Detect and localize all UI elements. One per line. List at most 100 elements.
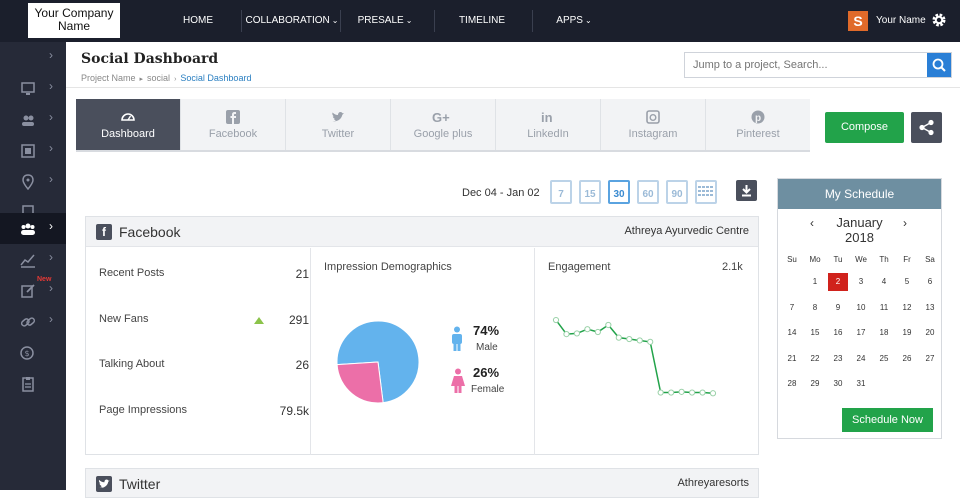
- compose-button[interactable]: Compose: [825, 112, 904, 143]
- schedule-now-button[interactable]: Schedule Now: [842, 408, 933, 432]
- engagement-data-point: [594, 328, 601, 336]
- range-60-days[interactable]: 60: [637, 180, 659, 204]
- tab-pinterest[interactable]: p Pinterest: [706, 99, 810, 150]
- calendar-day[interactable]: 30: [828, 375, 848, 393]
- billing-icon: $: [20, 346, 34, 360]
- calendar-day[interactable]: 25: [874, 350, 894, 368]
- calendar-day[interactable]: 31: [851, 375, 871, 393]
- social-tabs: Dashboard Facebook Twitter G+ Google plu…: [76, 99, 810, 152]
- sidebar-item-monitor[interactable]: ›: [0, 73, 66, 104]
- calendar-day[interactable]: 16: [828, 324, 848, 342]
- nav-divider: [340, 10, 341, 32]
- engagement-data-point: [678, 388, 685, 395]
- sidebar-item-tasks[interactable]: [0, 368, 66, 399]
- calendar-day[interactable]: 11: [874, 299, 894, 317]
- calendar-day[interactable]: 23: [828, 350, 848, 368]
- calendar-day[interactable]: 13: [920, 299, 940, 317]
- sidebar-item-links[interactable]: ›: [0, 306, 66, 337]
- search-button[interactable]: [927, 53, 951, 77]
- stat-value: 79.5k: [279, 404, 309, 418]
- calendar-day[interactable]: 17: [851, 324, 871, 342]
- calendar-day[interactable]: 4: [874, 273, 894, 291]
- pinterest-icon: p: [751, 110, 765, 124]
- account-name[interactable]: Athreyaresorts: [677, 477, 749, 489]
- nav-apps[interactable]: APPS ⌄: [551, 0, 597, 42]
- sidebar-item-billing[interactable]: $: [0, 337, 66, 368]
- tab-facebook[interactable]: Facebook: [181, 99, 286, 150]
- account-name[interactable]: Athreya Ayurvedic Centre: [624, 225, 749, 237]
- nav-timeline[interactable]: TIMELINE: [452, 0, 512, 42]
- nav-home[interactable]: HOME: [172, 0, 224, 42]
- calendar-day[interactable]: 1: [805, 273, 825, 291]
- sidebar-item-analytics[interactable]: ›: [0, 244, 66, 275]
- calendar-day[interactable]: 26: [897, 350, 917, 368]
- calendar-day[interactable]: 18: [874, 324, 894, 342]
- nav-collaboration[interactable]: COLLABORATION ⌄: [244, 0, 340, 42]
- calendar-day[interactable]: 19: [897, 324, 917, 342]
- calendar-day[interactable]: 14: [782, 324, 802, 342]
- range-30-days[interactable]: 30: [608, 180, 630, 204]
- stat-label: Recent Posts: [99, 267, 165, 279]
- range-15-days[interactable]: 15: [579, 180, 601, 204]
- dashboard-icon: [121, 113, 135, 121]
- demographics-title: Impression Demographics: [324, 261, 452, 273]
- calendar-day[interactable]: 9: [828, 299, 848, 317]
- sidebar-item-social[interactable]: ›: [0, 213, 66, 244]
- clipboard-icon: [22, 377, 34, 392]
- sidebar-item-users[interactable]: ›: [0, 104, 66, 135]
- facebook-icon: [226, 110, 240, 124]
- tab-google-plus[interactable]: G+ Google plus: [391, 99, 496, 150]
- sidebar-collapse[interactable]: ›: [0, 42, 66, 73]
- range-7-days[interactable]: 7: [550, 180, 572, 204]
- pie-slice-female: [336, 361, 384, 404]
- breadcrumb-social[interactable]: social: [147, 73, 170, 83]
- sidebar-item-edit[interactable]: New ›: [0, 275, 66, 306]
- male-label: Male: [476, 342, 498, 353]
- tab-dashboard[interactable]: Dashboard: [76, 99, 181, 150]
- facebook-panel: f Facebook Athreya Ayurvedic Centre Rece…: [85, 216, 759, 455]
- engagement-data-point: [699, 389, 706, 396]
- sidebar-item-location[interactable]: ›: [0, 166, 66, 197]
- calendar-day[interactable]: 20: [920, 324, 940, 342]
- nav-presale[interactable]: PRESALE ⌄: [355, 0, 415, 42]
- gear-icon[interactable]: [931, 12, 947, 28]
- tab-instagram[interactable]: Instagram: [601, 99, 706, 150]
- user-avatar[interactable]: S: [848, 11, 868, 31]
- chevron-right-icon: ›: [49, 281, 53, 295]
- month-label: January: [836, 215, 883, 230]
- calendar-day[interactable]: 15: [805, 324, 825, 342]
- date-range[interactable]: Dec 04 - Jan 02: [462, 187, 540, 199]
- calendar-day[interactable]: 6: [920, 273, 940, 291]
- calendar-day[interactable]: 7: [782, 299, 802, 317]
- chevron-down-icon: ⌄: [584, 16, 592, 25]
- link-icon: [20, 317, 36, 327]
- page-header: Social Dashboard Project Name ▸ social › Soc…: [66, 42, 960, 88]
- calendar-day[interactable]: 10: [851, 299, 871, 317]
- breadcrumb-project[interactable]: Project Name: [81, 73, 136, 83]
- company-logo[interactable]: Your Company Name: [28, 3, 120, 38]
- calendar-day[interactable]: 8: [805, 299, 825, 317]
- tab-twitter[interactable]: Twitter: [286, 99, 391, 150]
- calendar-day[interactable]: 24: [851, 350, 871, 368]
- calendar-day[interactable]: 27: [920, 350, 940, 368]
- stat-label: New Fans: [99, 313, 149, 325]
- calendar-day[interactable]: 12: [897, 299, 917, 317]
- calendar-day[interactable]: 29: [805, 375, 825, 393]
- tab-linkedin[interactable]: in LinkedIn: [496, 99, 601, 150]
- range-90-days[interactable]: 90: [666, 180, 688, 204]
- calendar-day[interactable]: 28: [782, 375, 802, 393]
- search-input[interactable]: [685, 53, 923, 77]
- calendar-day[interactable]: 3: [851, 273, 871, 291]
- download-button[interactable]: [736, 180, 757, 201]
- custom-range-calendar-icon[interactable]: [695, 180, 717, 204]
- calendar-day[interactable]: 22: [805, 350, 825, 368]
- calendar-day[interactable]: 21: [782, 350, 802, 368]
- calendar-day[interactable]: 5: [897, 273, 917, 291]
- instagram-icon: [646, 110, 660, 124]
- calendar-day-today[interactable]: 2: [828, 273, 848, 291]
- chart-icon: [20, 254, 35, 268]
- user-name[interactable]: Your Name: [876, 15, 926, 26]
- stat-value: 291: [288, 313, 309, 327]
- sidebar-item-reports[interactable]: ›: [0, 135, 66, 166]
- share-settings-button[interactable]: [911, 112, 942, 143]
